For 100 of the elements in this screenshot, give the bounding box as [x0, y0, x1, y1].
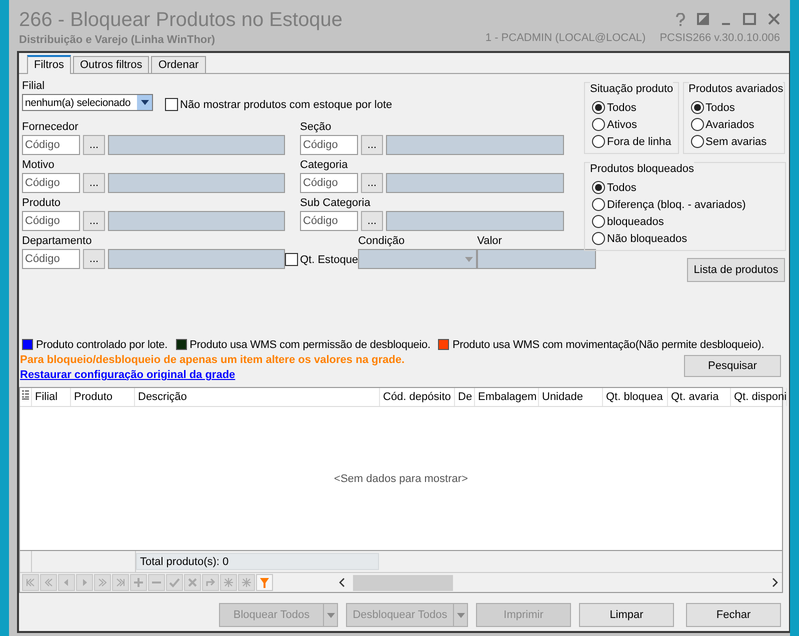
stock-checkbox[interactable]: Qt. Estoque: [285, 253, 358, 266]
radio-option[interactable]: Diferença (bloq. - avariados): [592, 196, 785, 213]
navigator-button[interactable]: [112, 574, 129, 591]
asterisk-icon: [223, 577, 234, 588]
navigator-button[interactable]: [130, 574, 147, 591]
help-icon[interactable]: [676, 12, 685, 26]
code-field[interactable]: Código: [22, 211, 80, 231]
navigator-button[interactable]: [202, 574, 219, 591]
radio-button[interactable]: [592, 232, 605, 245]
scrollbar-thumb[interactable]: [353, 574, 453, 590]
description-field[interactable]: [108, 211, 285, 231]
lookup-button[interactable]: ...: [83, 173, 105, 193]
tab[interactable]: Outros filtros: [72, 56, 150, 73]
radio-button[interactable]: [592, 135, 605, 148]
radio-button[interactable]: [592, 118, 605, 131]
description-field[interactable]: [108, 173, 285, 193]
description-field[interactable]: [108, 249, 285, 269]
column-header[interactable]: Cód. depósito: [380, 388, 455, 406]
column-header[interactable]: Produto: [71, 388, 135, 406]
navigator-button[interactable]: [238, 574, 255, 591]
program-code: PCSIS266 v.30.0.10.006: [660, 32, 780, 44]
scroll-right-icon[interactable]: [772, 578, 778, 587]
action-button[interactable]: Limpar: [579, 603, 674, 627]
checkbox[interactable]: [285, 253, 298, 266]
navigator-button[interactable]: [76, 574, 93, 591]
field-label: Motivo: [22, 158, 56, 173]
lookup-button[interactable]: ...: [83, 135, 105, 155]
navigator-button[interactable]: [94, 574, 111, 591]
radio-option[interactable]: bloqueados: [592, 213, 785, 230]
description-field[interactable]: [108, 135, 285, 155]
navigator-button[interactable]: [220, 574, 237, 591]
code-field[interactable]: Código: [22, 249, 80, 269]
radio-option[interactable]: Sem avarias: [690, 133, 784, 150]
redo-icon: [205, 577, 216, 588]
empty-message: <Sem dados para mostrar>: [334, 472, 468, 484]
code-field[interactable]: Código: [300, 135, 358, 155]
scroll-left-icon[interactable]: [339, 578, 345, 587]
filter-button[interactable]: [256, 574, 273, 591]
condition-dropdown[interactable]: [358, 249, 478, 269]
tab[interactable]: Filtros: [27, 55, 71, 74]
description-field[interactable]: [386, 211, 564, 231]
lookup-button[interactable]: ...: [361, 135, 383, 155]
lookup-button[interactable]: ...: [83, 249, 105, 269]
radio-button[interactable]: [690, 101, 704, 114]
restore-icon[interactable]: [697, 13, 709, 25]
radio-option[interactable]: Todos: [592, 179, 785, 196]
radio-button[interactable]: [592, 181, 605, 194]
column-header[interactable]: Qt. avaria: [668, 388, 731, 406]
lookup-button[interactable]: ...: [83, 211, 105, 231]
column-header[interactable]: Qt. disponi: [731, 388, 787, 406]
check-icon: [169, 577, 180, 588]
value-field[interactable]: [477, 249, 596, 269]
lot-checkbox[interactable]: Não mostrar produtos com estoque por lote: [165, 98, 392, 111]
maximize-icon[interactable]: [743, 13, 756, 25]
next-page-icon: [97, 577, 108, 588]
radio-option[interactable]: Todos: [690, 99, 784, 116]
last-icon: [115, 577, 126, 588]
lookup-button[interactable]: ...: [361, 211, 383, 231]
radio-option[interactable]: Não bloqueados: [592, 230, 785, 247]
code-field[interactable]: Código: [22, 135, 80, 155]
product-list-button[interactable]: Lista de produtos: [687, 258, 785, 282]
search-button[interactable]: Pesquisar: [684, 355, 781, 377]
restore-link[interactable]: Restaurar configuração original da grade: [20, 368, 405, 383]
column-header[interactable]: Qt. bloquea: [603, 388, 668, 406]
checkbox[interactable]: [165, 98, 178, 111]
close-icon[interactable]: [768, 13, 780, 25]
radio-button[interactable]: [690, 135, 704, 148]
radio-button[interactable]: [592, 215, 605, 228]
navigator-button[interactable]: [184, 574, 201, 591]
description-field[interactable]: [386, 135, 564, 155]
field-label: Fornecedor: [22, 120, 80, 135]
radio-option[interactable]: Todos: [592, 99, 678, 116]
radio-button[interactable]: [592, 198, 605, 211]
column-menu-icon[interactable]: [22, 390, 29, 400]
column-header[interactable]: De: [455, 388, 475, 406]
column-header[interactable]: Filial: [32, 388, 71, 406]
navigator-button[interactable]: [22, 574, 39, 591]
column-header[interactable]: Embalagem: [475, 388, 539, 406]
branch-dropdown[interactable]: nenhum(a) selecionado: [22, 94, 153, 111]
column-header[interactable]: Unidade: [539, 388, 603, 406]
navigator-button[interactable]: [58, 574, 75, 591]
code-field[interactable]: Código: [22, 173, 80, 193]
window-subtitle: Distribuição e Varejo (Linha WinThor): [19, 34, 216, 46]
code-field[interactable]: Código: [300, 211, 358, 231]
navigator-button[interactable]: [148, 574, 165, 591]
radio-option[interactable]: Ativos: [592, 116, 678, 133]
radio-button[interactable]: [690, 118, 704, 131]
description-field[interactable]: [386, 173, 564, 193]
prev-page-icon: [43, 577, 54, 588]
action-button[interactable]: Fechar: [686, 603, 781, 627]
tab[interactable]: Ordenar: [151, 56, 206, 73]
filter-icon: [260, 578, 269, 588]
radio-button[interactable]: [592, 101, 605, 114]
navigator-button[interactable]: [40, 574, 57, 591]
lookup-button[interactable]: ...: [361, 173, 383, 193]
code-field[interactable]: Código: [300, 173, 358, 193]
radio-option[interactable]: Avariados: [690, 116, 784, 133]
column-header[interactable]: Descrição: [135, 388, 380, 406]
navigator-button[interactable]: [166, 574, 183, 591]
radio-option[interactable]: Fora de linha: [592, 133, 678, 150]
